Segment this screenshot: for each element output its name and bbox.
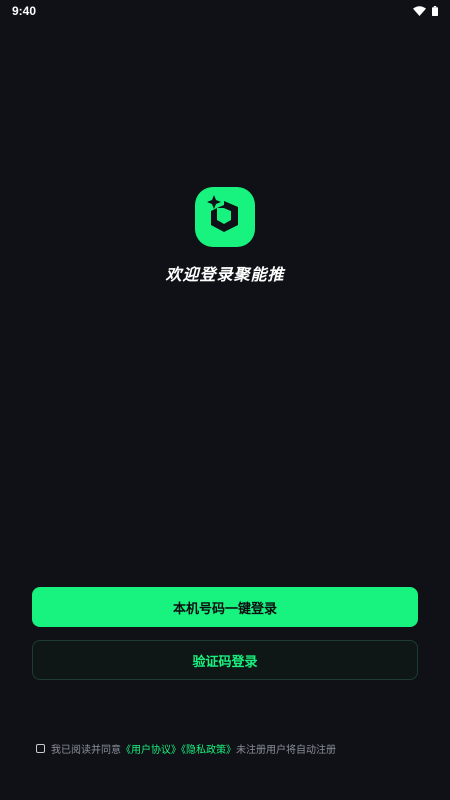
welcome-title: 欢迎登录聚能推 xyxy=(165,265,285,284)
wifi-icon xyxy=(413,6,426,16)
status-bar: 9:40 xyxy=(0,0,450,22)
status-icons xyxy=(413,6,438,16)
user-agreement-link[interactable]: 《用户协议》 xyxy=(121,745,181,756)
one-click-login-button[interactable]: 本机号码一键登录 xyxy=(32,587,418,627)
login-screen: 9:40 欢迎登录聚能推 本机号码一键登录 验证码登录 我已阅读并同意《用户协议… xyxy=(0,0,450,800)
battery-icon xyxy=(432,6,438,16)
verification-code-login-button[interactable]: 验证码登录 xyxy=(32,640,418,680)
agreement-row: 我已阅读并同意《用户协议》《隐私政策》未注册用户将自动注册 xyxy=(36,741,336,756)
status-time: 9:40 xyxy=(12,4,37,18)
app-logo-icon xyxy=(195,187,255,247)
agreement-text: 我已阅读并同意《用户协议》《隐私政策》未注册用户将自动注册 xyxy=(51,741,336,756)
privacy-policy-link[interactable]: 《隐私政策》 xyxy=(181,745,236,756)
agreement-suffix: 未注册用户将自动注册 xyxy=(236,745,336,756)
agreement-checkbox[interactable] xyxy=(36,744,45,753)
agreement-prefix: 我已阅读并同意 xyxy=(51,745,121,756)
